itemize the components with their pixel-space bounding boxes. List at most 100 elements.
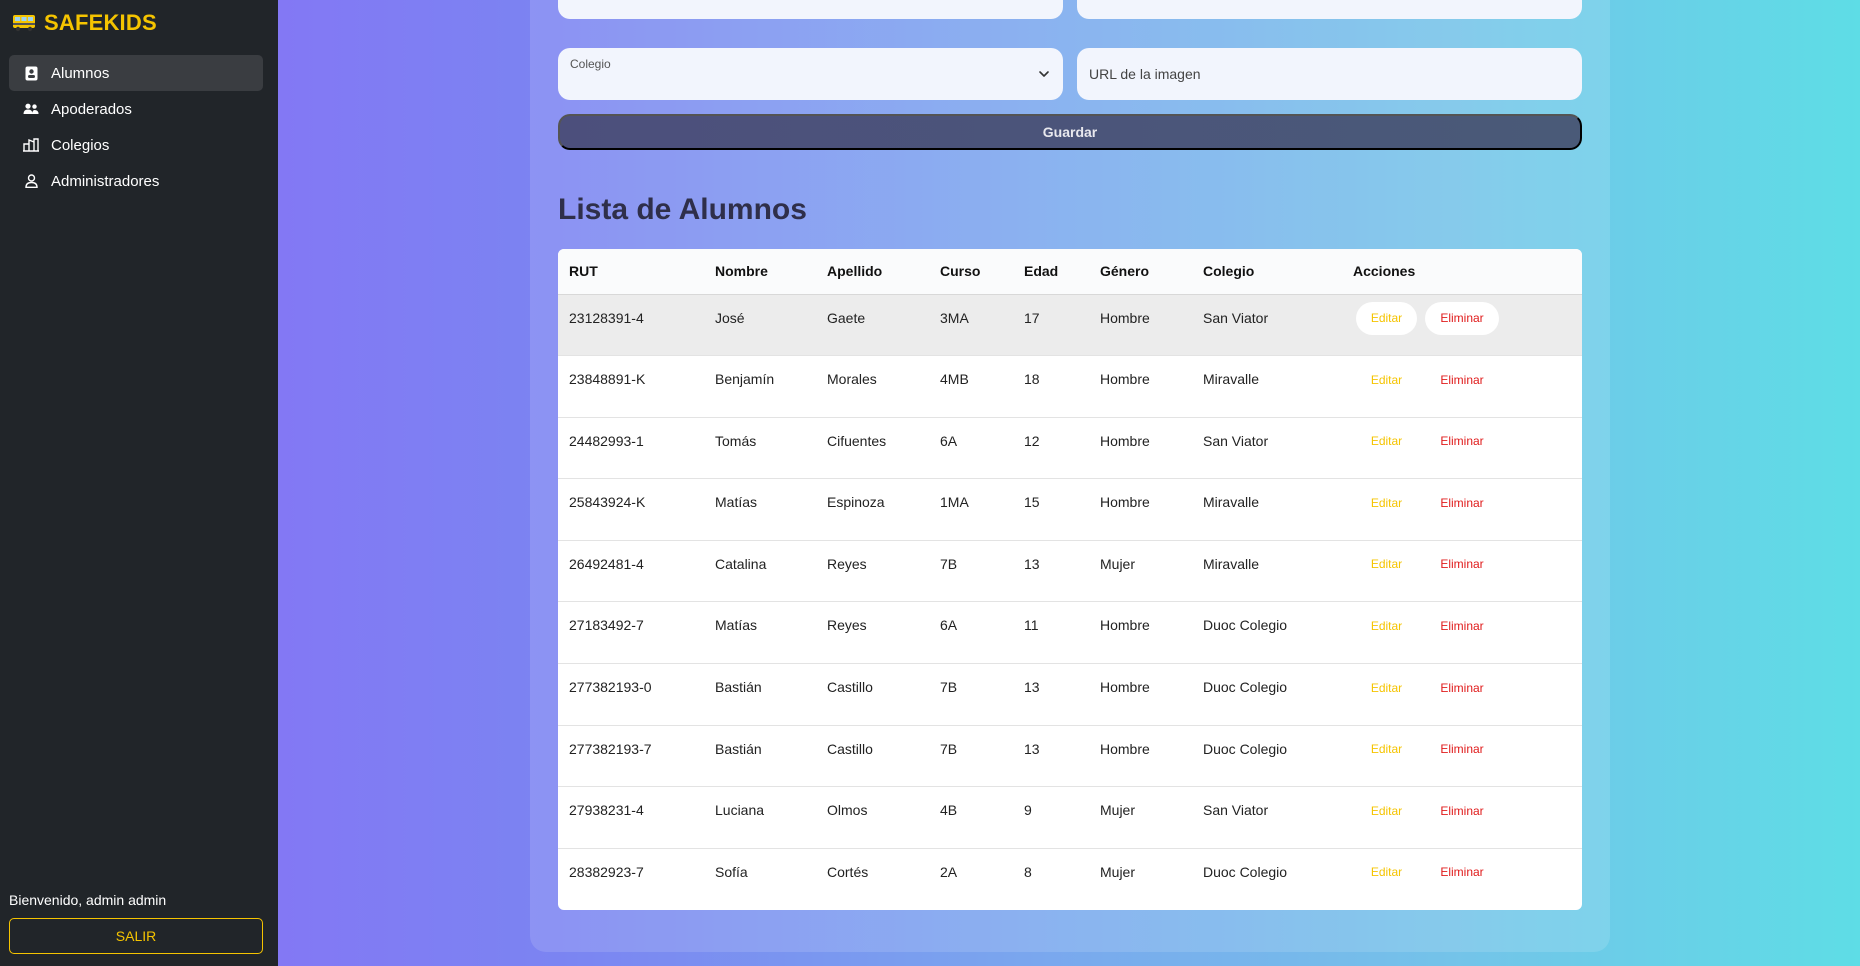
- cell-nombre: Sofía: [715, 863, 748, 880]
- cell-rut: 27938231-4: [558, 786, 704, 849]
- sidebar-item-apoderados[interactable]: Apoderados: [9, 91, 263, 127]
- cell-rut: 277382193-0: [558, 663, 704, 726]
- welcome-text: Bienvenido, admin admin: [9, 892, 167, 908]
- edit-button[interactable]: Editar: [1356, 856, 1417, 889]
- column-header-apellido: Apellido: [816, 249, 929, 295]
- delete-button[interactable]: Eliminar: [1425, 486, 1499, 519]
- delete-button[interactable]: Eliminar: [1425, 363, 1499, 396]
- save-button[interactable]: Guardar: [558, 114, 1582, 150]
- cell-genero: Mujer: [1100, 863, 1136, 880]
- row-actions: Editar Eliminar: [1353, 363, 1582, 396]
- sidebar-item-label: Colegios: [51, 136, 110, 154]
- edit-button[interactable]: Editar: [1356, 363, 1417, 396]
- sidebar-item-label: Administradores: [51, 172, 160, 190]
- delete-button[interactable]: Eliminar: [1425, 609, 1499, 642]
- cell-edad: 13: [1013, 540, 1089, 603]
- edit-button[interactable]: Editar: [1356, 301, 1417, 335]
- cell-curso: 4MB: [929, 355, 1013, 418]
- row-actions: Editar Eliminar: [1353, 733, 1582, 766]
- edit-button[interactable]: Editar: [1356, 425, 1417, 458]
- table-row: 28382923-7 Sofía Cortés 2A 8 Mujer Duoc Colegi…: [558, 848, 1582, 910]
- cell-curso: 7B: [929, 663, 1013, 726]
- row-actions: Editar Eliminar: [1353, 671, 1582, 704]
- cell-rut: 277382193-7: [558, 725, 704, 788]
- cell-apellido: Castillo: [816, 725, 929, 788]
- table-row: 26492481-4 Catalina Reyes 7B 13 Mujer Miravall…: [558, 540, 1582, 603]
- colegio-select-label: Colegio: [570, 57, 611, 71]
- cell-apellido: Cortés: [827, 863, 869, 880]
- column-header-genero: Género: [1089, 249, 1192, 295]
- cell-edad: 9: [1013, 786, 1089, 849]
- table-row: 25843924-K Matías Espinoza 1MA 15 Hombre Mirav…: [558, 478, 1582, 541]
- delete-button[interactable]: Eliminar: [1425, 671, 1499, 704]
- users-icon: [23, 101, 39, 117]
- cell-rut: 26492481-4: [558, 540, 704, 603]
- cell-genero: Mujer: [1089, 786, 1192, 849]
- row-actions: Editar Eliminar: [1353, 609, 1582, 642]
- row-actions: Editar Eliminar: [1353, 486, 1582, 519]
- cell-actions: Editar Eliminar: [1342, 540, 1582, 603]
- edit-button[interactable]: Editar: [1356, 733, 1417, 766]
- cell-actions: Editar Eliminar: [1342, 663, 1582, 726]
- image-url-input[interactable]: [1077, 48, 1582, 100]
- page-title: Lista de Alumnos: [558, 193, 807, 226]
- cell-edad: 18: [1013, 355, 1089, 418]
- sidebar-nav: Alumnos Apoderados Colegios Administrado…: [9, 55, 263, 199]
- edit-button[interactable]: Editar: [1356, 794, 1417, 827]
- sidebar-item-label: Alumnos: [51, 64, 110, 82]
- row-actions: Editar Eliminar: [1353, 548, 1582, 581]
- delete-button[interactable]: Eliminar: [1425, 794, 1499, 827]
- cell-rut: 23848891-K: [558, 355, 704, 418]
- edit-button[interactable]: Editar: [1356, 548, 1417, 581]
- delete-button[interactable]: Eliminar: [1425, 856, 1499, 889]
- column-header-edad: Edad: [1013, 249, 1089, 295]
- cell-genero: Hombre: [1089, 355, 1192, 418]
- edit-button[interactable]: Editar: [1356, 671, 1417, 704]
- cell-rut: 25843924-K: [558, 478, 704, 541]
- form-field-top-left[interactable]: [558, 0, 1063, 19]
- sidebar-item-colegios[interactable]: Colegios: [9, 127, 263, 163]
- student-badge-icon: [23, 65, 39, 81]
- form-field-top-right[interactable]: [1077, 0, 1582, 19]
- logout-button[interactable]: SALIR: [9, 918, 263, 954]
- cell-nombre: Catalina: [704, 540, 816, 603]
- cell-apellido: Castillo: [816, 663, 929, 726]
- delete-button[interactable]: Eliminar: [1425, 548, 1499, 581]
- delete-button[interactable]: Eliminar: [1425, 425, 1499, 458]
- students-table: RUT Nombre Apellido Curso Edad Género Co…: [558, 249, 1582, 910]
- cell-apellido: Reyes: [816, 601, 929, 665]
- row-actions: Editar Eliminar: [1353, 856, 1582, 889]
- cell-rut: 24482993-1: [558, 417, 704, 480]
- sidebar-item-alumnos[interactable]: Alumnos: [9, 55, 263, 91]
- sidebar-item-administradores[interactable]: Administradores: [9, 163, 263, 199]
- cell-curso: 2A: [940, 863, 958, 880]
- cell-edad: 13: [1013, 663, 1089, 726]
- row-actions: Editar Eliminar: [1353, 301, 1582, 335]
- chevron-down-icon: [1039, 71, 1049, 77]
- table-row: 277382193-0 Bastián Castillo 7B 13 Hombre Duoc…: [558, 663, 1582, 726]
- column-header-nombre: Nombre: [704, 249, 816, 295]
- cell-actions: Editar Eliminar: [1342, 294, 1582, 357]
- cell-colegio: Duoc Colegio: [1192, 663, 1342, 726]
- cell-actions: Editar Eliminar: [1342, 355, 1582, 418]
- edit-button[interactable]: Editar: [1356, 486, 1417, 519]
- cell-rut: 23128391-4: [558, 294, 704, 357]
- delete-button[interactable]: Eliminar: [1425, 301, 1499, 335]
- building-icon: [23, 137, 39, 153]
- colegio-select[interactable]: Colegio: [558, 48, 1063, 100]
- cell-actions: Editar Eliminar: [1342, 417, 1582, 480]
- cell-nombre: Benjamín: [704, 355, 816, 418]
- image-url-field: [1077, 48, 1582, 100]
- delete-button[interactable]: Eliminar: [1425, 733, 1499, 766]
- cell-genero: Hombre: [1089, 417, 1192, 480]
- cell-colegio: San Viator: [1192, 417, 1342, 480]
- cell-apellido: Morales: [816, 355, 929, 418]
- cell-curso: 6A: [929, 417, 1013, 480]
- brand[interactable]: SAFEKIDS: [12, 8, 157, 38]
- edit-button[interactable]: Editar: [1356, 609, 1417, 642]
- cell-curso: 7B: [929, 540, 1013, 603]
- cell-nombre: Luciana: [704, 786, 816, 849]
- cell-curso: 4B: [929, 786, 1013, 849]
- cell-actions: Editar Eliminar: [1342, 786, 1582, 849]
- cell-rut: 28382923-7: [569, 863, 644, 880]
